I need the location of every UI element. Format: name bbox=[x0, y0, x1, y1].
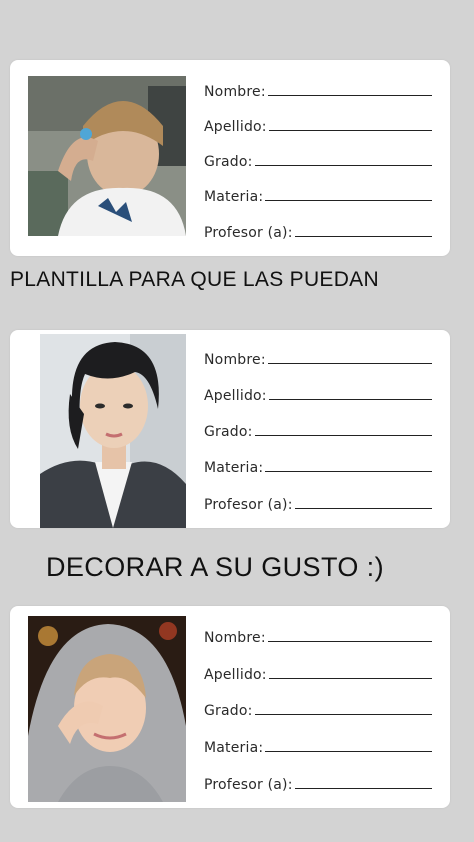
field-label: Nombre: bbox=[204, 84, 266, 100]
blank-line bbox=[265, 200, 432, 201]
template-page: { "cards": [ { "photo_alt": "person-phot… bbox=[0, 0, 474, 842]
blank-line bbox=[254, 435, 432, 436]
field-label: Apellido: bbox=[204, 119, 267, 135]
field-grado: Grado: bbox=[204, 699, 432, 719]
caption-line-1: PLANTILLA PARA QUE LAS PUEDAN bbox=[10, 268, 379, 291]
field-materia: Materia: bbox=[204, 736, 432, 756]
field-grado: Grado: bbox=[204, 420, 432, 440]
field-label: Grado: bbox=[204, 424, 253, 440]
blank-line bbox=[268, 130, 432, 131]
blank-line bbox=[294, 508, 432, 509]
name-card-3: Nombre: Apellido: Grado: Materia: Profes… bbox=[10, 606, 450, 808]
blank-line bbox=[254, 714, 432, 715]
field-label: Nombre: bbox=[204, 630, 266, 646]
blank-line bbox=[268, 399, 432, 400]
field-label: Grado: bbox=[204, 703, 253, 719]
blank-line bbox=[294, 788, 432, 789]
field-label: Profesor (a): bbox=[204, 225, 293, 241]
field-label: Profesor (a): bbox=[204, 497, 293, 513]
blank-line bbox=[294, 236, 432, 237]
field-label: Apellido: bbox=[204, 667, 267, 683]
field-grado: Grado: bbox=[204, 150, 432, 170]
field-nombre: Nombre: bbox=[204, 348, 432, 368]
blank-line bbox=[267, 95, 432, 96]
field-label: Materia: bbox=[204, 460, 264, 476]
field-label: Nombre: bbox=[204, 352, 266, 368]
field-label: Grado: bbox=[204, 154, 253, 170]
person-photo-3 bbox=[28, 616, 186, 802]
field-profesor: Profesor (a): bbox=[204, 493, 432, 513]
blank-line bbox=[267, 641, 432, 642]
field-label: Apellido: bbox=[204, 388, 267, 404]
field-label: Materia: bbox=[204, 740, 264, 756]
caption-line-2: DECORAR A SU GUSTO :) bbox=[46, 552, 384, 582]
field-label: Materia: bbox=[204, 189, 264, 205]
field-profesor: Profesor (a): bbox=[204, 221, 432, 241]
field-profesor: Profesor (a): bbox=[204, 773, 432, 793]
person-photo-2 bbox=[40, 334, 186, 528]
person-photo-1 bbox=[28, 76, 186, 236]
field-nombre: Nombre: bbox=[204, 80, 432, 100]
blank-line bbox=[268, 678, 432, 679]
blank-line bbox=[265, 471, 432, 472]
blank-line bbox=[265, 751, 432, 752]
blank-line bbox=[254, 165, 432, 166]
field-nombre: Nombre: bbox=[204, 626, 432, 646]
field-apellido: Apellido: bbox=[204, 384, 432, 404]
field-materia: Materia: bbox=[204, 456, 432, 476]
name-card-2: Nombre: Apellido: Grado: Materia: Profes… bbox=[10, 330, 450, 528]
field-label: Profesor (a): bbox=[204, 777, 293, 793]
field-materia: Materia: bbox=[204, 185, 432, 205]
field-apellido: Apellido: bbox=[204, 115, 432, 135]
name-card-1: Nombre: Apellido: Grado: Materia: Profes… bbox=[10, 60, 450, 256]
field-apellido: Apellido: bbox=[204, 663, 432, 683]
blank-line bbox=[267, 363, 432, 364]
